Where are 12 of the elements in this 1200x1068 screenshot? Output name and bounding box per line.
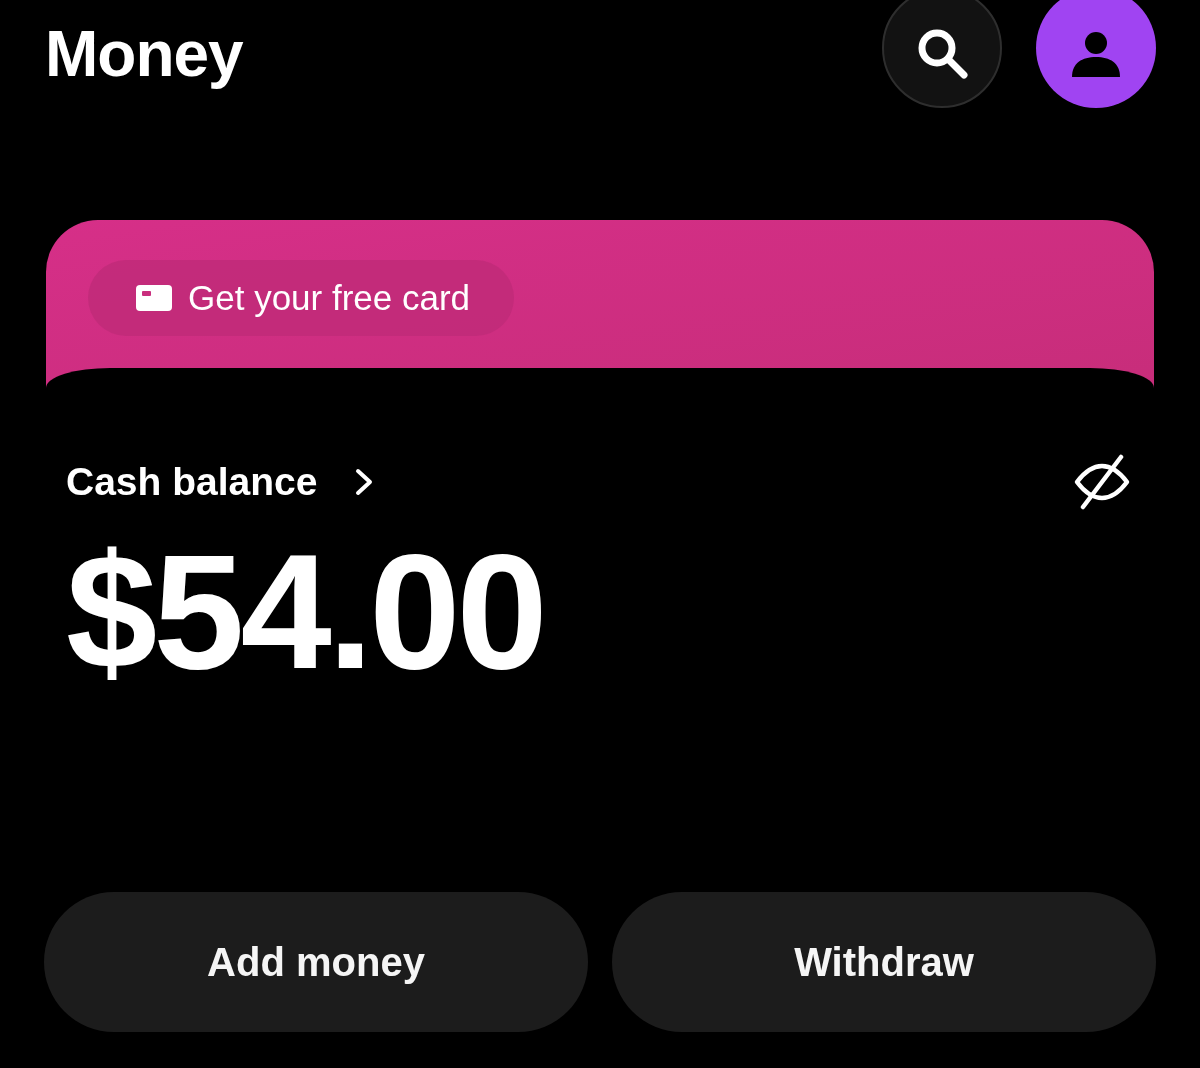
- hide-balance-button[interactable]: [1074, 454, 1130, 510]
- card-icon: [136, 285, 172, 311]
- eye-slash-icon: [1074, 454, 1130, 510]
- chevron-right-icon: [355, 468, 374, 496]
- free-card-button[interactable]: Get your free card: [88, 260, 515, 336]
- search-icon: [916, 27, 968, 79]
- action-button[interactable]: Withdraw: [612, 892, 1156, 1032]
- cash-balance-link[interactable]: Cash balance: [66, 459, 374, 505]
- balance-amount: $54.00: [66, 530, 544, 694]
- action-button[interactable]: Add money: [44, 892, 588, 1032]
- person-icon: [1070, 31, 1122, 77]
- page-title: Money: [45, 17, 243, 92]
